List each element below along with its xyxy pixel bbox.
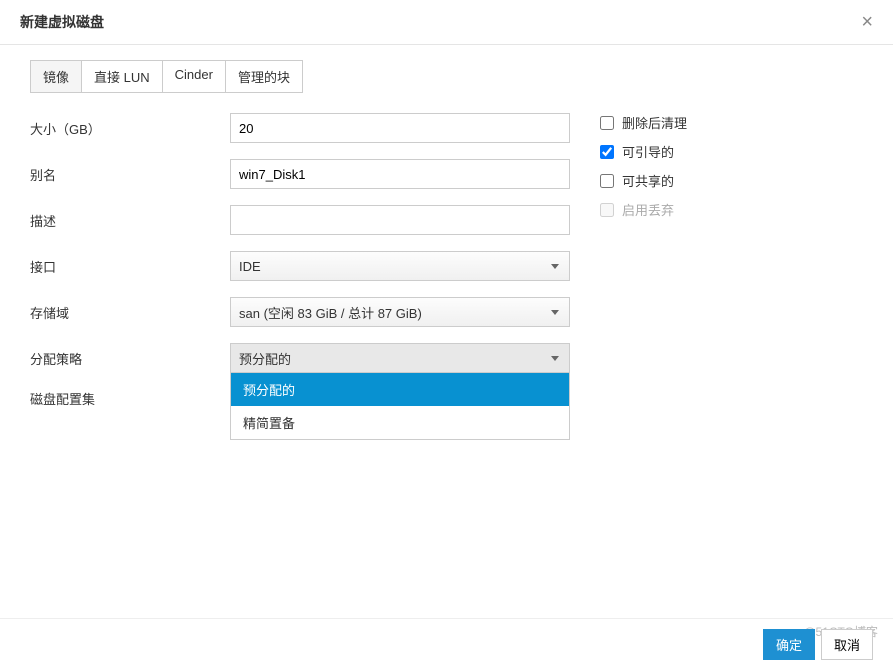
- row-allocation-policy: 分配策略 预分配的 预分配的 精简置备: [30, 343, 570, 373]
- select-allocation-value: 预分配的: [239, 349, 291, 368]
- form-area: 大小（GB） 别名 描述 接口 IDE 存储域 san (空闲 83: [30, 113, 863, 424]
- checkbox-row-shareable: 可共享的: [600, 171, 863, 190]
- label-description: 描述: [30, 211, 230, 230]
- tab-cinder[interactable]: Cinder: [163, 61, 226, 92]
- label-allocation-policy: 分配策略: [30, 349, 230, 368]
- dialog-footer: 确定 取消: [0, 618, 893, 670]
- form-left-column: 大小（GB） 别名 描述 接口 IDE 存储域 san (空闲 83: [30, 113, 570, 424]
- label-alias: 别名: [30, 165, 230, 184]
- label-interface: 接口: [30, 257, 230, 276]
- ok-button[interactable]: 确定: [763, 629, 815, 660]
- label-bootable[interactable]: 可引导的: [622, 142, 674, 161]
- label-wipe-after-delete[interactable]: 删除后清理: [622, 113, 687, 132]
- checkbox-shareable[interactable]: [600, 174, 614, 188]
- allocation-dropdown-wrapper: 预分配的 预分配的 精简置备: [230, 343, 570, 373]
- allocation-option-thin[interactable]: 精简置备: [231, 406, 569, 439]
- allocation-dropdown-menu: 预分配的 精简置备: [230, 373, 570, 440]
- dialog-body: 镜像 直接 LUN Cinder 管理的块 大小（GB） 别名 描述 接口 ID…: [0, 45, 893, 439]
- row-size: 大小（GB）: [30, 113, 570, 143]
- dialog-title: 新建虚拟磁盘: [20, 12, 104, 32]
- row-alias: 别名: [30, 159, 570, 189]
- label-shareable[interactable]: 可共享的: [622, 171, 674, 190]
- select-storage-domain[interactable]: san (空闲 83 GiB / 总计 87 GiB): [230, 297, 570, 327]
- checkbox-row-discard: 启用丢弃: [600, 200, 863, 219]
- row-description: 描述: [30, 205, 570, 235]
- tab-direct-lun[interactable]: 直接 LUN: [82, 61, 163, 92]
- checkbox-bootable[interactable]: [600, 145, 614, 159]
- row-storage-domain: 存储域 san (空闲 83 GiB / 总计 87 GiB): [30, 297, 570, 327]
- dialog-header: 新建虚拟磁盘 ×: [0, 0, 893, 45]
- checkbox-enable-discard: [600, 203, 614, 217]
- checkbox-wipe-after-delete[interactable]: [600, 116, 614, 130]
- checkbox-row-bootable: 可引导的: [600, 142, 863, 161]
- tabs-container: 镜像 直接 LUN Cinder 管理的块: [30, 60, 303, 93]
- input-size[interactable]: [230, 113, 570, 143]
- cancel-button[interactable]: 取消: [821, 629, 873, 660]
- label-size: 大小（GB）: [30, 119, 230, 138]
- row-interface: 接口 IDE: [30, 251, 570, 281]
- input-alias[interactable]: [230, 159, 570, 189]
- label-enable-discard: 启用丢弃: [622, 200, 674, 219]
- form-right-column: 删除后清理 可引导的 可共享的 启用丢弃: [600, 113, 863, 424]
- close-button[interactable]: ×: [861, 12, 873, 32]
- label-storage-domain: 存储域: [30, 303, 230, 322]
- select-allocation-policy[interactable]: 预分配的: [230, 343, 570, 373]
- label-disk-profile: 磁盘配置集: [30, 389, 230, 408]
- select-interface-value: IDE: [239, 259, 261, 274]
- select-interface[interactable]: IDE: [230, 251, 570, 281]
- allocation-option-preallocated[interactable]: 预分配的: [231, 373, 569, 406]
- tab-image[interactable]: 镜像: [31, 61, 82, 92]
- input-description[interactable]: [230, 205, 570, 235]
- tab-managed-block[interactable]: 管理的块: [226, 61, 302, 92]
- select-storage-domain-value: san (空闲 83 GiB / 总计 87 GiB): [239, 303, 422, 322]
- checkbox-row-wipe: 删除后清理: [600, 113, 863, 132]
